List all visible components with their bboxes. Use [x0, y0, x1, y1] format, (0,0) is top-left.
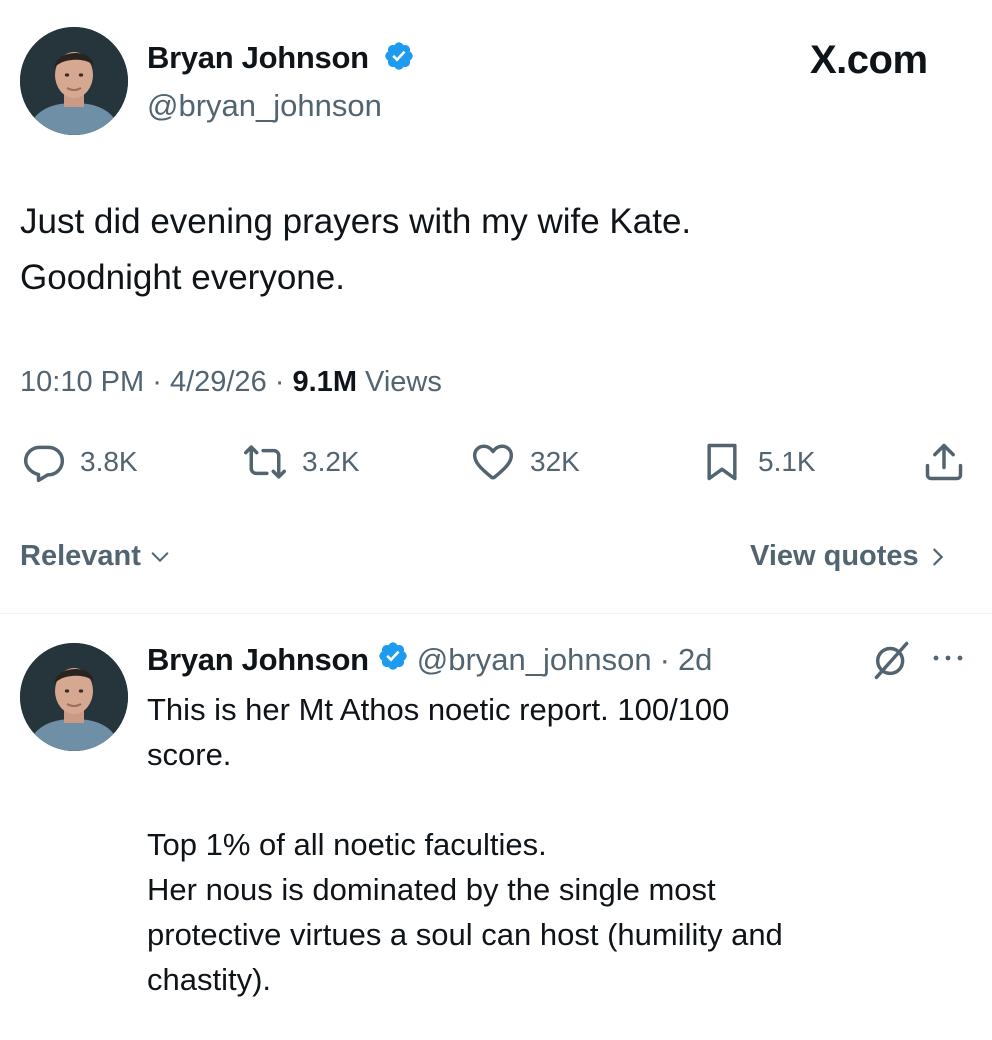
- reply-text-line: protective virtues a soul can host (humi…: [147, 917, 783, 952]
- section-divider: [0, 613, 992, 614]
- bookmark-count: 5.1K: [758, 446, 816, 477]
- author-avatar[interactable]: [20, 27, 128, 135]
- verified-badge-icon[interactable]: [377, 640, 409, 680]
- author-name-row[interactable]: Bryan Johnson: [147, 40, 415, 80]
- reply-text-line: chastity).: [147, 962, 272, 997]
- site-watermark: X.com: [810, 38, 928, 82]
- tweet-text-line: Goodnight everyone.: [20, 258, 345, 297]
- sort-label: Relevant: [20, 540, 141, 572]
- reply-author-name[interactable]: Bryan Johnson: [147, 642, 369, 678]
- grok-button[interactable]: [870, 638, 914, 687]
- share-button[interactable]: [922, 440, 966, 484]
- repost-count: 3.2K: [302, 446, 360, 477]
- views-label: Views: [365, 366, 442, 398]
- bookmark-icon: [707, 443, 737, 481]
- grok-icon: [874, 641, 909, 680]
- profile-photo-icon: [20, 27, 128, 135]
- sort-dropdown[interactable]: Relevant: [20, 540, 171, 573]
- author-name[interactable]: Bryan Johnson: [147, 40, 369, 75]
- chevron-right-icon: [932, 548, 943, 565]
- reply-separator: ·: [659, 642, 670, 677]
- verified-badge-icon[interactable]: [383, 40, 415, 80]
- reply-text-line: This is her Mt Athos noetic report. 100/…: [147, 692, 730, 727]
- tweet-meta: 10:10 PM · 4/29/26 · 9.1M Views: [20, 366, 442, 399]
- view-quotes-link[interactable]: View quotes: [750, 540, 949, 573]
- author-handle[interactable]: @bryan_johnson: [147, 88, 382, 124]
- chevron-down-icon: [151, 551, 169, 562]
- meta-separator: ·: [152, 366, 162, 398]
- reply-header: Bryan Johnson @bryan_johnson · 2d: [147, 640, 712, 680]
- reply-text: This is her Mt Athos noetic report. 100/…: [147, 687, 977, 1002]
- view-quotes-label: View quotes: [750, 540, 919, 572]
- reply-text-line: Top 1% of all noetic faculties.: [147, 827, 547, 862]
- reply-text-line: Her nous is dominated by the single most: [147, 872, 716, 907]
- meta-separator: ·: [274, 366, 285, 398]
- repost-button[interactable]: 3.2K: [242, 440, 360, 484]
- tweet-time[interactable]: 10:10 PM: [20, 366, 144, 398]
- like-count: 32K: [530, 446, 580, 477]
- reply-text-line: score.: [147, 737, 232, 772]
- tweet-text: Just did evening prayers with my wife Ka…: [20, 194, 970, 306]
- bookmark-button[interactable]: 5.1K: [700, 440, 816, 484]
- repost-icon: [244, 445, 286, 479]
- share-icon: [925, 443, 963, 481]
- reply-author-avatar[interactable]: [20, 643, 128, 751]
- like-button[interactable]: 32K: [470, 440, 580, 484]
- more-button[interactable]: [930, 648, 966, 673]
- tweet-date[interactable]: 4/29/26: [170, 366, 267, 398]
- profile-photo-icon: [20, 643, 128, 751]
- reply-button[interactable]: 3.8K: [22, 440, 138, 484]
- like-icon: [472, 444, 514, 480]
- reply-count: 3.8K: [80, 446, 138, 477]
- reply-author-handle[interactable]: @bryan_johnson: [417, 642, 652, 678]
- reply-icon: [23, 445, 65, 483]
- tweet-text-line: Just did evening prayers with my wife Ka…: [20, 202, 692, 241]
- more-icon: [933, 655, 963, 661]
- views-count: 9.1M: [292, 366, 357, 398]
- reply-age[interactable]: 2d: [678, 642, 712, 678]
